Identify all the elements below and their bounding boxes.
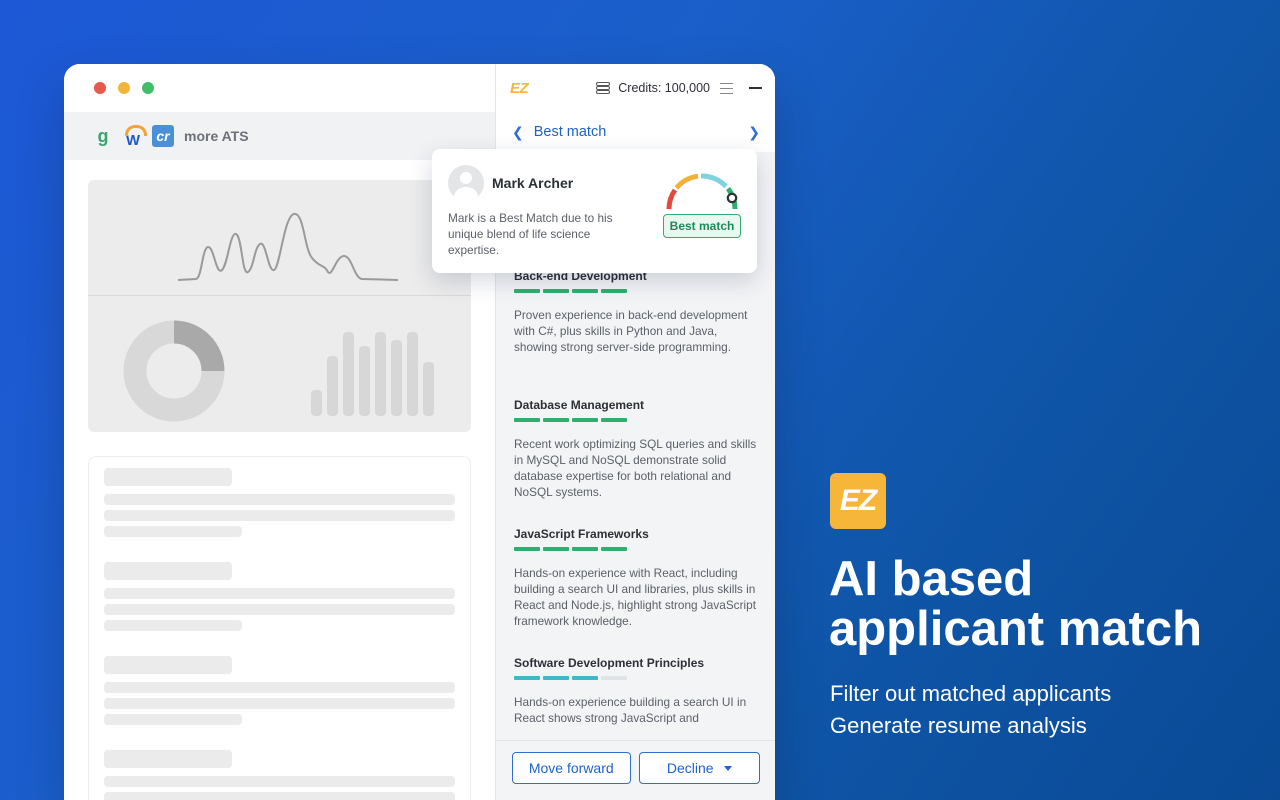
maximize-window-button[interactable] <box>142 82 154 94</box>
ats-integrations-bar: g W cr more ATS <box>64 112 495 160</box>
skill-title: JavaScript Frameworks <box>514 527 649 541</box>
skeleton-heading <box>104 468 232 486</box>
placeholder-line-chart <box>177 213 399 281</box>
skill-level-bars <box>514 676 759 680</box>
nav-title: Best match <box>533 124 607 140</box>
ez-logo-small: EZ <box>510 79 529 97</box>
match-gauge-icon <box>666 173 738 210</box>
ats-page-placeholder <box>64 160 495 800</box>
card-divider <box>88 295 471 296</box>
panel-header: EZ Credits: 100,000 <box>496 64 775 112</box>
menu-icon[interactable] <box>720 82 733 94</box>
ez-logo-text: EZ <box>839 484 877 517</box>
promo-subline-2: Generate resume analysis <box>830 713 1087 738</box>
skeleton-line <box>104 620 242 631</box>
candidate-match-card[interactable]: Mark Archer Mark is a Best Match due to … <box>432 149 757 273</box>
decline-button[interactable]: Decline <box>638 752 760 784</box>
credits-label: Credits: 100,000 <box>618 81 710 95</box>
skeleton-line <box>104 714 242 725</box>
skill-description: Hands-on experience building a search UI… <box>514 695 747 725</box>
skeleton-line <box>104 776 455 787</box>
skeleton-line <box>104 604 455 615</box>
move-forward-button[interactable]: Move forward <box>512 752 631 784</box>
minimize-panel-icon[interactable] <box>749 87 762 89</box>
skeleton-line <box>104 526 242 537</box>
skeleton-line <box>104 792 455 800</box>
workday-logo-icon: W <box>122 125 147 149</box>
placeholder-donut-chart <box>123 320 225 422</box>
panel-footer: Move forward Decline <box>496 740 775 800</box>
close-window-button[interactable] <box>94 82 106 94</box>
skeleton-line <box>104 682 455 693</box>
minimize-window-button[interactable] <box>118 82 130 94</box>
decline-label: Decline <box>666 760 714 776</box>
headline-line-1: AI based <box>829 552 1034 606</box>
chevron-left-icon[interactable]: ❮ <box>512 124 524 141</box>
skill-description: Hands-on experience with React, includin… <box>514 566 756 628</box>
skeleton-line <box>104 698 455 709</box>
candidate-navigation: ❮ Best match ❯ <box>496 112 775 152</box>
skeleton-line <box>104 510 455 521</box>
placeholder-bar-chart <box>311 332 434 416</box>
promo-headline: AI based applicant match <box>829 554 1249 654</box>
skeleton-heading <box>104 750 232 768</box>
skill-item: Back-end Development Proven experience i… <box>514 269 759 355</box>
skill-level-bars <box>514 289 759 293</box>
candidate-summary: Mark is a Best Match due to his unique b… <box>448 211 613 257</box>
placeholder-charts-illustration <box>123 213 434 422</box>
credits-display: Credits: 100,000 <box>596 81 710 95</box>
chevron-right-icon[interactable]: ❯ <box>748 124 760 141</box>
promo-subline-1: Filter out matched applicants <box>830 681 1112 706</box>
skill-level-bars <box>514 418 759 422</box>
skill-level-bars <box>514 547 759 551</box>
best-match-badge: Best match <box>663 214 741 238</box>
crelate-logo-icon: cr <box>152 125 174 147</box>
skeleton-line <box>104 494 455 505</box>
skeleton-heading <box>104 656 232 674</box>
avatar <box>448 165 484 201</box>
caret-down-icon <box>723 765 732 771</box>
headline-line-2: applicant match <box>829 602 1203 656</box>
placeholder-list-card <box>88 456 471 800</box>
coins-icon <box>596 82 612 94</box>
skill-item: Software Development Principles Hands-on… <box>514 656 759 726</box>
greenhouse-logo-icon: g <box>97 125 109 146</box>
window-titlebar <box>64 64 495 112</box>
skeleton-heading <box>104 562 232 580</box>
ez-brand-logo: EZ <box>830 473 886 529</box>
skill-description: Proven experience in back-end developmen… <box>514 308 748 354</box>
skill-item: Database Management Recent work optimizi… <box>514 398 759 500</box>
skill-title: Database Management <box>514 398 645 412</box>
skeleton-line <box>104 588 455 599</box>
skill-title: Software Development Principles <box>514 656 705 670</box>
dashboard-placeholder-card <box>88 180 471 432</box>
more-ats-label: more ATS <box>184 128 249 144</box>
skill-description: Recent work optimizing SQL queries and s… <box>514 437 757 499</box>
candidate-name: Mark Archer <box>492 175 574 191</box>
skill-item: JavaScript Frameworks Hands-on experienc… <box>514 527 759 629</box>
